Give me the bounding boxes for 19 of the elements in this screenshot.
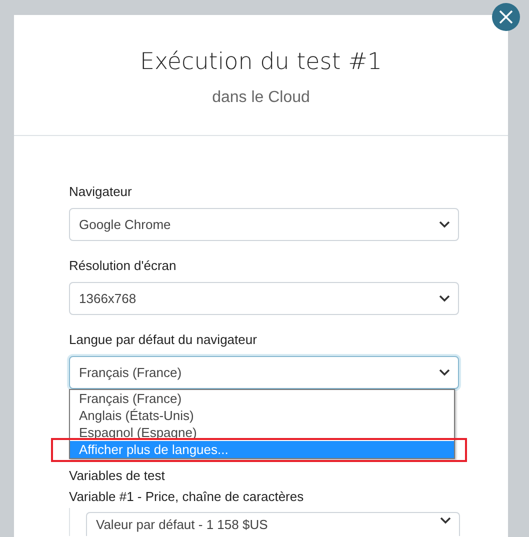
select-field[interactable]: Valeur par défaut - 1 158 $US [86,512,460,536]
variable-label: Variable #1 - Price, chaîne de caractères [69,489,305,504]
chevron-icon [439,221,450,228]
select-field[interactable]: 1366x768 [69,282,459,315]
select-field[interactable]: Google Chrome [69,208,459,241]
section-title: Variables de test [69,468,166,483]
field-label: Résolution d'écran [69,258,178,273]
dropdown-option[interactable]: Français (France) [70,390,454,407]
dialog-title: Exécution du test #1 [140,49,382,75]
chevron-icon [440,517,451,524]
dialog-subtitle: dans le Cloud [212,89,310,107]
field-label: Langue par défaut du navigateur [69,332,258,347]
chevron-icon [439,369,450,376]
field-label: Navigateur [69,184,133,199]
close-icon [499,10,513,24]
chevron-icon [439,295,450,302]
close-button[interactable] [492,3,520,31]
select-field[interactable]: Français (France) [69,356,459,389]
dropdown-option[interactable]: Anglais (États-Unis) [70,407,454,424]
